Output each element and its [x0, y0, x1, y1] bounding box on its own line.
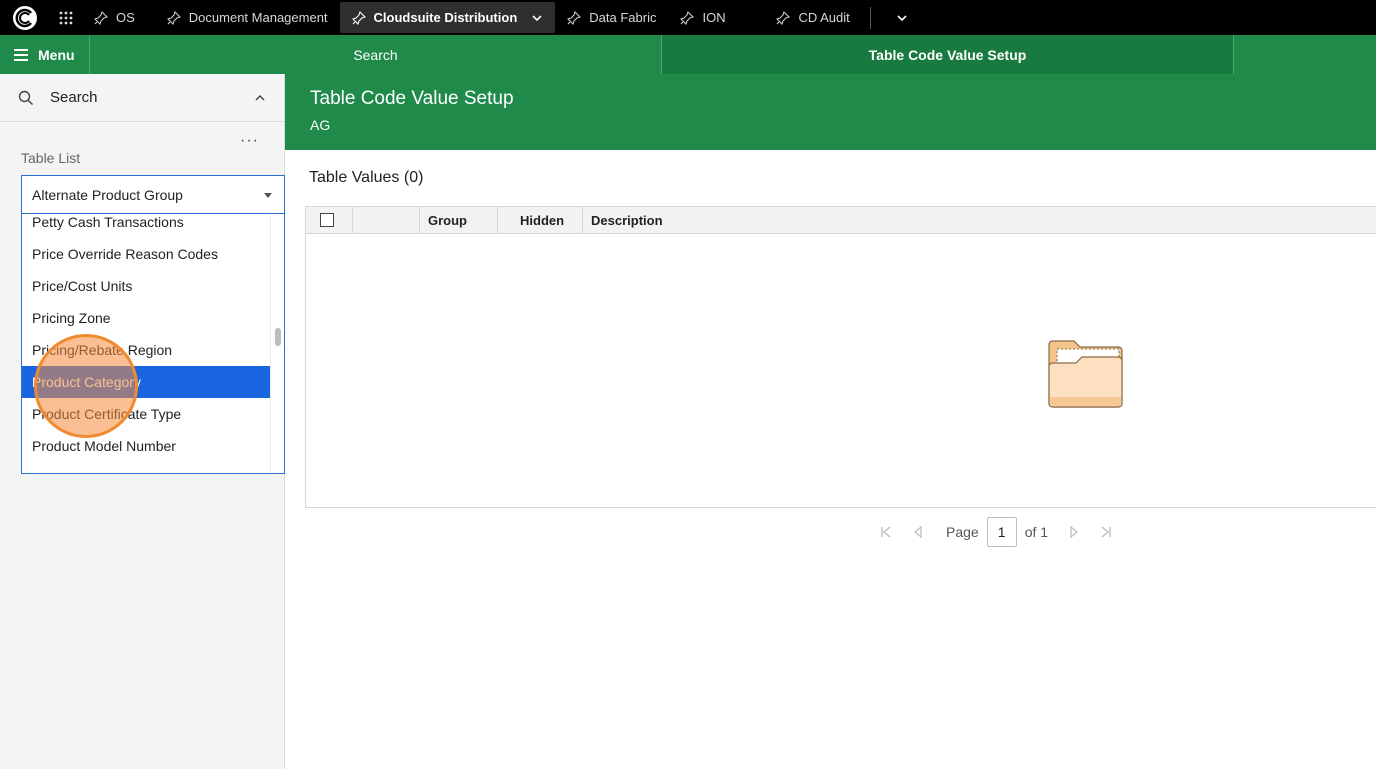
tab-ion[interactable]: ION — [668, 2, 764, 33]
tab-label: Cloudsuite Distribution — [373, 10, 518, 25]
dropdown-scrollbar[interactable] — [270, 214, 284, 473]
tab-cd-audit[interactable]: CD Audit — [764, 2, 861, 33]
pin-icon — [351, 10, 366, 25]
tab-table-code-value-setup[interactable]: Table Code Value Setup — [662, 35, 1234, 74]
first-page-icon[interactable] — [870, 525, 902, 539]
search-panel-title: Search — [50, 89, 98, 106]
table-list-selected-value: Alternate Product Group — [32, 186, 183, 203]
more-options-icon[interactable]: ··· — [240, 132, 259, 150]
grid-header-row: Group Hidden Description — [306, 207, 1376, 234]
dropdown-option[interactable]: Petty Cash Transactions — [22, 214, 270, 238]
previous-page-icon[interactable] — [902, 525, 934, 539]
dropdown-option[interactable]: Pricing Zone — [22, 302, 270, 334]
app-launcher-grid-icon[interactable] — [50, 0, 82, 35]
table-values-grid: Group Hidden Description — [305, 206, 1376, 508]
column-header-description[interactable]: Description — [583, 207, 1375, 233]
page-subtitle: AG — [310, 117, 331, 133]
menu-label: Menu — [38, 46, 75, 63]
tab-label: Document Management — [188, 10, 328, 25]
chevron-up-icon[interactable] — [254, 92, 266, 104]
search-icon — [18, 90, 33, 105]
table-list-select[interactable]: Alternate Product Group — [21, 175, 285, 213]
pin-icon — [680, 10, 695, 25]
tab-divider — [869, 6, 871, 29]
tab-label: Data Fabric — [589, 10, 657, 25]
scrollbar-thumb[interactable] — [275, 328, 281, 346]
page-label: Page — [946, 524, 979, 540]
tab-document-management[interactable]: Document Management — [155, 2, 340, 33]
page-number-input[interactable]: 1 — [986, 517, 1017, 547]
column-header-blank — [353, 207, 420, 233]
page-title: Table Code Value Setup — [310, 88, 514, 109]
module-nav-bar: Menu Search Table Code Value Setup — [0, 35, 1376, 74]
select-all-checkbox[interactable] — [320, 213, 334, 227]
dropdown-option[interactable]: Product Model Number — [22, 430, 270, 462]
search-panel: Search ··· Table List Alternate Product … — [0, 74, 285, 769]
more-tabs-chevron-icon[interactable] — [887, 0, 917, 35]
pin-icon — [94, 10, 108, 25]
dropdown-option[interactable]: Price Override Reason Codes — [22, 238, 270, 270]
column-header-group[interactable]: Group — [420, 207, 498, 233]
page-header: Table Code Value Setup AG — [285, 74, 1376, 150]
pagination: Page 1 of 1 — [870, 517, 1122, 547]
infor-logo-icon[interactable] — [0, 0, 50, 35]
last-page-icon[interactable] — [1090, 525, 1122, 539]
pin-icon — [567, 10, 582, 25]
select-all-column[interactable] — [306, 207, 353, 233]
dropdown-option[interactable]: Price/Cost Units — [22, 270, 270, 302]
tab-label: Table Code Value Setup — [868, 46, 1027, 63]
click-indicator — [34, 334, 138, 438]
top-app-bar: OS Document Management Cloudsuite Distri… — [0, 0, 1376, 35]
pin-icon — [776, 10, 791, 25]
page-total-label: of 1 — [1024, 524, 1049, 540]
table-values-title: Table Values (0) — [309, 169, 424, 186]
hamburger-icon — [14, 48, 28, 61]
tab-label: ION — [702, 10, 726, 25]
folder-icon — [1046, 339, 1124, 414]
tab-label: Search — [353, 46, 398, 63]
tab-label: OS — [116, 10, 135, 25]
tab-search[interactable]: Search — [90, 35, 662, 74]
tab-os[interactable]: OS — [82, 2, 147, 33]
search-panel-header[interactable]: Search — [0, 74, 284, 122]
pin-icon — [166, 10, 181, 25]
column-header-hidden[interactable]: Hidden — [498, 207, 583, 233]
next-page-icon[interactable] — [1058, 525, 1090, 539]
table-list-label: Table List — [21, 150, 81, 166]
tab-label: CD Audit — [798, 10, 850, 25]
tab-data-fabric[interactable]: Data Fabric — [555, 2, 668, 33]
dropdown-option[interactable]: Product Pref... — [22, 462, 270, 473]
menu-button[interactable]: Menu — [0, 35, 90, 74]
chevron-down-icon[interactable] — [531, 12, 543, 24]
dropdown-caret-icon — [264, 193, 272, 198]
tab-cloudsuite-distribution[interactable]: Cloudsuite Distribution — [339, 2, 556, 33]
